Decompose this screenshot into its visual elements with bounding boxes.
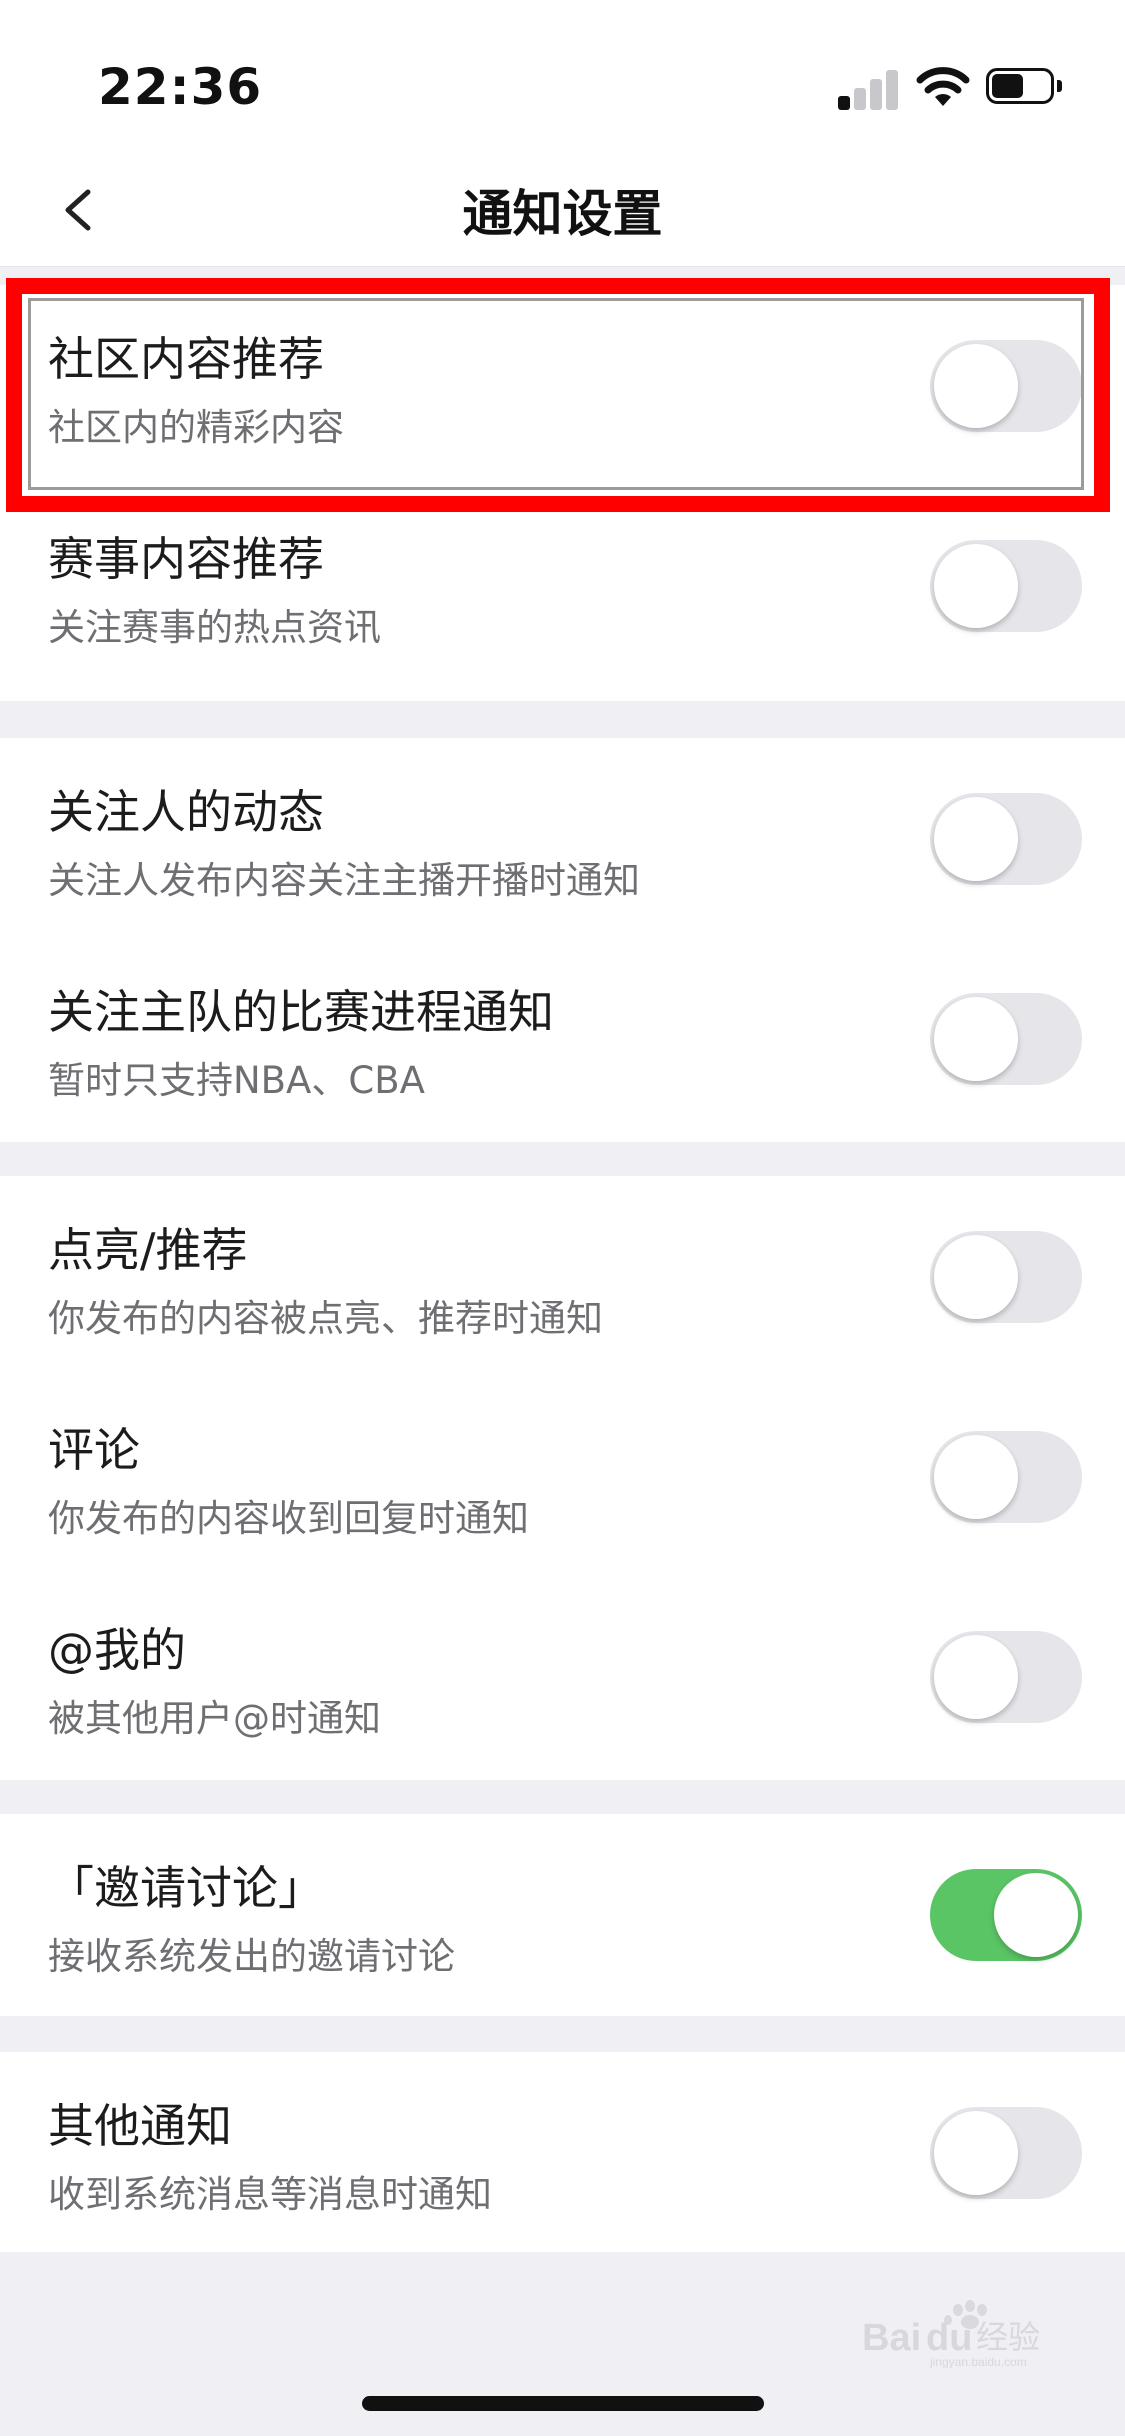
toggle-knob [934, 1435, 1018, 1519]
toggle-knob [934, 797, 1018, 881]
settings-group-invites: 「邀请讨论」 接收系统发出的邀请讨论 [0, 1814, 1125, 2016]
toggle-knob [934, 544, 1018, 628]
setting-subtitle: 关注赛事的热点资讯 [48, 606, 381, 649]
toggle-switch[interactable] [930, 1231, 1082, 1323]
settings-group-other: 其他通知 收到系统消息等消息时通知 [0, 2052, 1125, 2252]
setting-subtitle: 你发布的内容被点亮、推荐时通知 [48, 1297, 603, 1340]
page-title: 通知设置 [462, 185, 663, 243]
setting-title: @我的 [48, 1623, 186, 1677]
toggle-knob [934, 2111, 1018, 2195]
setting-title: 其他通知 [48, 2099, 232, 2153]
setting-row-comments: 评论 你发布的内容收到回复时通知 [0, 1376, 1125, 1576]
setting-title: 「邀请讨论」 [48, 1861, 324, 1915]
baidu-jingyan-watermark-logo: Bai du 经验 jingyan.baidu.com [862, 2300, 1040, 2368]
toggle-switch[interactable] [930, 993, 1082, 1085]
svg-text:经验: 经验 [976, 2318, 1040, 2356]
setting-title: 点亮/推荐 [48, 1223, 248, 1277]
setting-subtitle: 收到系统消息等消息时通知 [48, 2173, 492, 2216]
svg-text:Bai: Bai [862, 2317, 921, 2359]
toggle-switch[interactable] [930, 1869, 1082, 1961]
status-bar: 22:36 [0, 0, 1125, 150]
setting-row-invite-discussion: 「邀请讨论」 接收系统发出的邀请讨论 [0, 1814, 1125, 2014]
setting-title: 关注主队的比赛进程通知 [48, 985, 554, 1039]
setting-row-events: 赛事内容推荐 关注赛事的热点资讯 [0, 485, 1125, 685]
setting-subtitle: 暂时只支持NBA、CBA [48, 1059, 425, 1102]
setting-title: 评论 [48, 1423, 140, 1477]
setting-row-followed-updates: 关注人的动态 关注人发布内容关注主播开播时通知 [0, 738, 1125, 938]
wifi-icon [916, 67, 970, 106]
setting-title: 社区内容推荐 [48, 332, 324, 386]
toggle-switch[interactable] [930, 1431, 1082, 1523]
setting-title: 关注人的动态 [48, 785, 324, 839]
settings-group-follow: 关注人的动态 关注人发布内容关注主播开播时通知 关注主队的比赛进程通知 暂时只支… [0, 738, 1125, 1142]
toggle-knob [934, 997, 1018, 1081]
cellular-signal-icon [838, 70, 900, 110]
setting-subtitle: 关注人发布内容关注主播开播时通知 [48, 859, 640, 902]
svg-text:du: du [926, 2317, 972, 2359]
setting-row-team-progress: 关注主队的比赛进程通知 暂时只支持NBA、CBA [0, 938, 1125, 1138]
setting-row-other: 其他通知 收到系统消息等消息时通知 [0, 2052, 1125, 2252]
setting-subtitle: 社区内的精彩内容 [48, 406, 344, 449]
setting-row-community: 社区内容推荐 社区内的精彩内容 [0, 285, 1125, 485]
setting-subtitle: 接收系统发出的邀请讨论 [48, 1935, 455, 1978]
toggle-knob [934, 1235, 1018, 1319]
settings-group-recommendations: 社区内容推荐 社区内的精彩内容 赛事内容推荐 关注赛事的热点资讯 [0, 285, 1125, 701]
toggle-switch[interactable] [930, 793, 1082, 885]
svg-text:jingyan.baidu.com: jingyan.baidu.com [929, 2355, 1027, 2368]
toggle-knob [994, 1873, 1078, 1957]
setting-row-likes: 点亮/推荐 你发布的内容被点亮、推荐时通知 [0, 1176, 1125, 1376]
settings-group-interactions: 点亮/推荐 你发布的内容被点亮、推荐时通知 评论 你发布的内容收到回复时通知 @… [0, 1176, 1125, 1780]
toggle-knob [934, 344, 1018, 428]
toggle-switch[interactable] [930, 540, 1082, 632]
toggle-switch[interactable] [930, 2107, 1082, 2199]
home-indicator[interactable] [362, 2396, 764, 2411]
toggle-switch[interactable] [930, 1631, 1082, 1723]
status-time: 22:36 [98, 58, 263, 116]
nav-bar: 通知设置 [0, 150, 1125, 267]
setting-subtitle: 你发布的内容收到回复时通知 [48, 1497, 529, 1540]
battery-icon [986, 68, 1066, 108]
toggle-switch[interactable] [930, 340, 1082, 432]
toggle-knob [934, 1635, 1018, 1719]
setting-row-mentions: @我的 被其他用户@时通知 [0, 1576, 1125, 1776]
setting-subtitle: 被其他用户@时通知 [48, 1697, 381, 1740]
setting-title: 赛事内容推荐 [48, 532, 324, 586]
